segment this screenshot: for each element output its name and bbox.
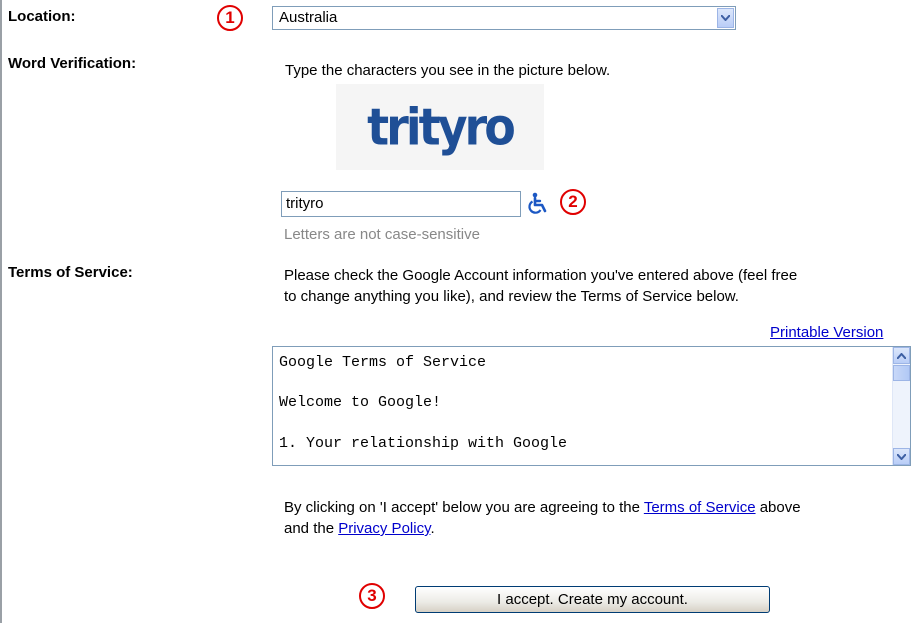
location-selected-value: Australia bbox=[279, 9, 338, 26]
terms-line: Welcome to Google! bbox=[279, 394, 442, 411]
accept-create-account-button[interactable]: I accept. Create my account. bbox=[415, 586, 770, 613]
location-label: Location: bbox=[8, 8, 76, 25]
terms-intro-line-2: to change anything you like), and review… bbox=[284, 288, 739, 305]
wheelchair-icon[interactable] bbox=[526, 191, 550, 215]
location-select[interactable]: Australia bbox=[272, 6, 736, 30]
scroll-up-icon[interactable] bbox=[893, 347, 910, 364]
agreement-text: above bbox=[755, 499, 801, 516]
marker-3: 3 bbox=[359, 583, 385, 609]
terms-line: 1. Your relationship with Google bbox=[279, 435, 568, 452]
left-border bbox=[0, 0, 2, 623]
agreement-text: By clicking on 'I accept' below you are … bbox=[284, 499, 644, 516]
marker-1: 1 bbox=[217, 5, 243, 31]
agreement-line-1: By clicking on 'I accept' below you are … bbox=[284, 497, 801, 518]
terms-of-service-link[interactable]: Terms of Service bbox=[644, 499, 756, 516]
captcha-instruction: Type the characters you see in the pictu… bbox=[285, 62, 611, 79]
marker-2: 2 bbox=[560, 189, 586, 215]
terms-textbox[interactable]: Google Terms of Service Welcome to Googl… bbox=[272, 346, 911, 466]
privacy-policy-link[interactable]: Privacy Policy bbox=[338, 520, 430, 537]
agreement-text: and the bbox=[284, 520, 339, 537]
scroll-thumb[interactable] bbox=[893, 365, 910, 381]
chevron-down-icon[interactable] bbox=[717, 8, 734, 28]
captcha-image: trityro bbox=[336, 84, 544, 170]
scroll-down-icon[interactable] bbox=[893, 448, 910, 465]
terms-intro-line-1: Please check the Google Account informat… bbox=[284, 267, 798, 284]
printable-version-link[interactable]: Printable Version bbox=[770, 322, 883, 343]
word-verification-label: Word Verification: bbox=[8, 55, 137, 72]
terms-scrollbar[interactable] bbox=[892, 347, 910, 465]
terms-line: Google Terms of Service bbox=[279, 354, 487, 371]
captcha-text: trityro bbox=[367, 97, 516, 157]
agreement-line-2: and the Privacy Policy. bbox=[284, 518, 435, 539]
case-hint: Letters are not case-sensitive bbox=[284, 226, 480, 243]
captcha-input[interactable]: trityro bbox=[281, 191, 521, 217]
terms-label: Terms of Service: bbox=[8, 264, 133, 281]
agreement-text: . bbox=[430, 520, 435, 537]
